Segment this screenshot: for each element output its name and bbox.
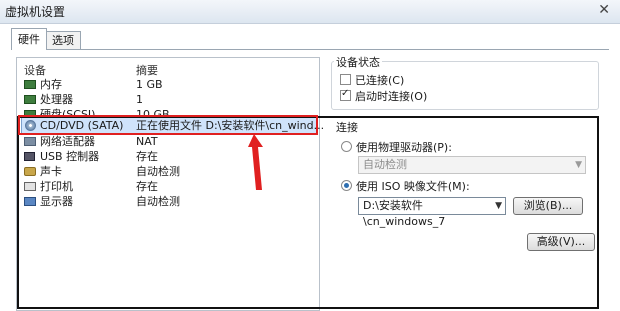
device-name: 内存 — [40, 78, 62, 91]
connect-at-power-on-checkbox[interactable] — [340, 88, 351, 101]
device-summary: 1 — [136, 93, 143, 106]
device-column-header: 设备 — [24, 64, 46, 77]
connect-at-power-on-label: 启动时连接(O) — [355, 90, 428, 103]
title-bar: 虚拟机设置 ✕ — [0, 0, 620, 24]
memory-icon — [24, 80, 36, 89]
device-name: 处理器 — [40, 93, 73, 106]
connected-checkbox[interactable] — [340, 74, 351, 85]
connected-label: 已连接(C) — [355, 74, 405, 87]
close-icon[interactable]: ✕ — [598, 2, 610, 18]
device-summary: 10 GB — [136, 108, 170, 115]
device-name: 硬盘(SCSI) — [40, 108, 96, 115]
processor-icon — [24, 95, 36, 104]
red-highlight-box — [18, 115, 318, 135]
device-row-processor[interactable]: 处理器 1 — [24, 92, 316, 107]
black-highlight-box — [17, 116, 599, 309]
red-arrow-icon — [248, 134, 263, 190]
device-row-memory[interactable]: 内存 1 GB — [24, 77, 316, 92]
device-status-label: 设备状态 — [334, 54, 382, 70]
device-summary: 1 GB — [136, 78, 163, 91]
window-title: 虚拟机设置 — [5, 5, 66, 19]
tab-divider — [11, 49, 609, 50]
device-row-hard-disk[interactable]: 硬盘(SCSI) 10 GB — [24, 107, 316, 115]
tab-options[interactable]: 选项 — [45, 31, 81, 50]
summary-column-header: 摘要 — [136, 64, 158, 77]
tab-hardware[interactable]: 硬件 — [11, 28, 47, 50]
